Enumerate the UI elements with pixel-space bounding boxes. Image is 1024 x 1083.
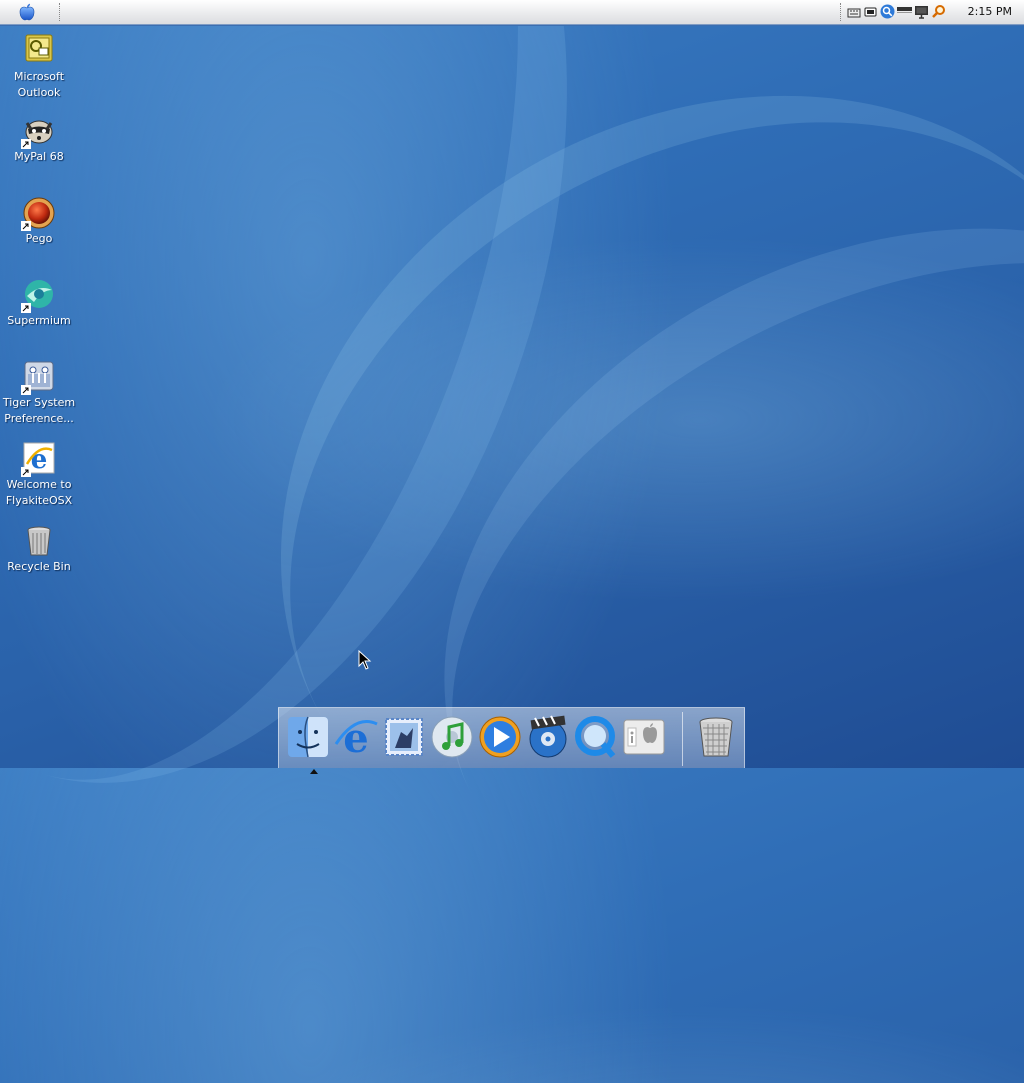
desktop-icon-tiger-system-preferences[interactable]: Tiger System Preference... — [2, 360, 76, 427]
dock-item-media-player[interactable] — [477, 714, 523, 760]
media-player-icon — [479, 716, 521, 758]
desktop-icon-label: Microsoft — [13, 70, 65, 83]
wallpaper-swoosh — [132, 0, 1024, 1043]
desktop-icon-label: Preference... — [4, 412, 74, 425]
window-icon[interactable] — [897, 4, 912, 19]
menu-clock[interactable]: 2:15 PM — [968, 4, 1012, 20]
desktop-icon-label: Tiger System — [2, 396, 76, 409]
dock: e — [278, 707, 745, 774]
menu-bar: 2:15 PM — [0, 0, 1024, 25]
display-icon[interactable] — [914, 4, 929, 19]
dock-item-itunes[interactable] — [429, 714, 475, 760]
dock-item-system-info[interactable] — [621, 714, 667, 760]
desktop-icon-label: Outlook — [17, 86, 61, 99]
shortcut-arrow-icon — [21, 139, 31, 149]
trash-icon — [699, 717, 733, 757]
shortcut-arrow-icon — [21, 221, 31, 231]
outlook-icon — [25, 34, 53, 62]
apple-icon — [19, 3, 35, 21]
desktop-icon-label: Recycle Bin — [7, 560, 71, 573]
menu-separator — [59, 3, 60, 21]
wallpaper-swoosh — [320, 86, 1024, 1083]
system-info-icon — [623, 719, 665, 755]
desktop-icon-pego[interactable]: Pego — [2, 196, 76, 247]
desktop-icon-supermium[interactable]: Supermium — [2, 278, 76, 329]
mouse-cursor-icon — [358, 650, 372, 670]
spotlight-icon[interactable] — [931, 4, 946, 19]
mail-icon — [385, 718, 423, 756]
running-indicator — [310, 769, 318, 774]
tray-separator — [840, 3, 841, 21]
desktop-icon-label: MyPal 68 — [14, 150, 64, 163]
dock-item-mail[interactable] — [381, 714, 427, 760]
desktop-icon-mypal[interactable]: MyPal 68 — [2, 114, 76, 165]
shortcut-arrow-icon — [21, 385, 31, 395]
search-icon[interactable] — [880, 4, 895, 19]
itunes-icon — [431, 716, 473, 758]
dock-item-finder[interactable] — [285, 714, 331, 774]
apple-menu-button[interactable] — [16, 2, 38, 22]
dvd-player-icon — [529, 715, 567, 758]
desktop-icon-welcome-flyakiteosx[interactable]: e Welcome to FlyakiteOSX — [2, 442, 76, 509]
dock-item-trash[interactable] — [693, 714, 739, 760]
shortcut-arrow-icon — [21, 303, 31, 313]
desktop-icon-recycle-bin[interactable]: Recycle Bin — [2, 524, 76, 575]
desktop-icon-label: FlyakiteOSX — [5, 494, 73, 507]
internet-explorer-icon: e — [334, 715, 378, 762]
desktop-icon-label: Pego — [25, 232, 53, 245]
battery-icon[interactable] — [863, 4, 878, 19]
recycle-bin-icon — [27, 526, 51, 556]
keyboard-icon[interactable] — [846, 4, 861, 19]
desktop-icon-label: Welcome to — [6, 478, 72, 491]
system-tray — [846, 4, 946, 20]
desktop-icon-label: Supermium — [7, 314, 71, 327]
dock-item-dvd-player[interactable] — [525, 714, 571, 760]
dock-separator — [682, 712, 683, 766]
desktop-icon-microsoft-outlook[interactable]: Microsoft Outlook — [2, 34, 76, 101]
finder-icon — [288, 716, 328, 758]
quicktime-icon — [575, 716, 616, 758]
shortcut-arrow-icon — [21, 467, 31, 477]
dock-item-quicktime[interactable] — [573, 714, 619, 760]
dock-item-internet-explorer[interactable]: e — [333, 714, 379, 762]
